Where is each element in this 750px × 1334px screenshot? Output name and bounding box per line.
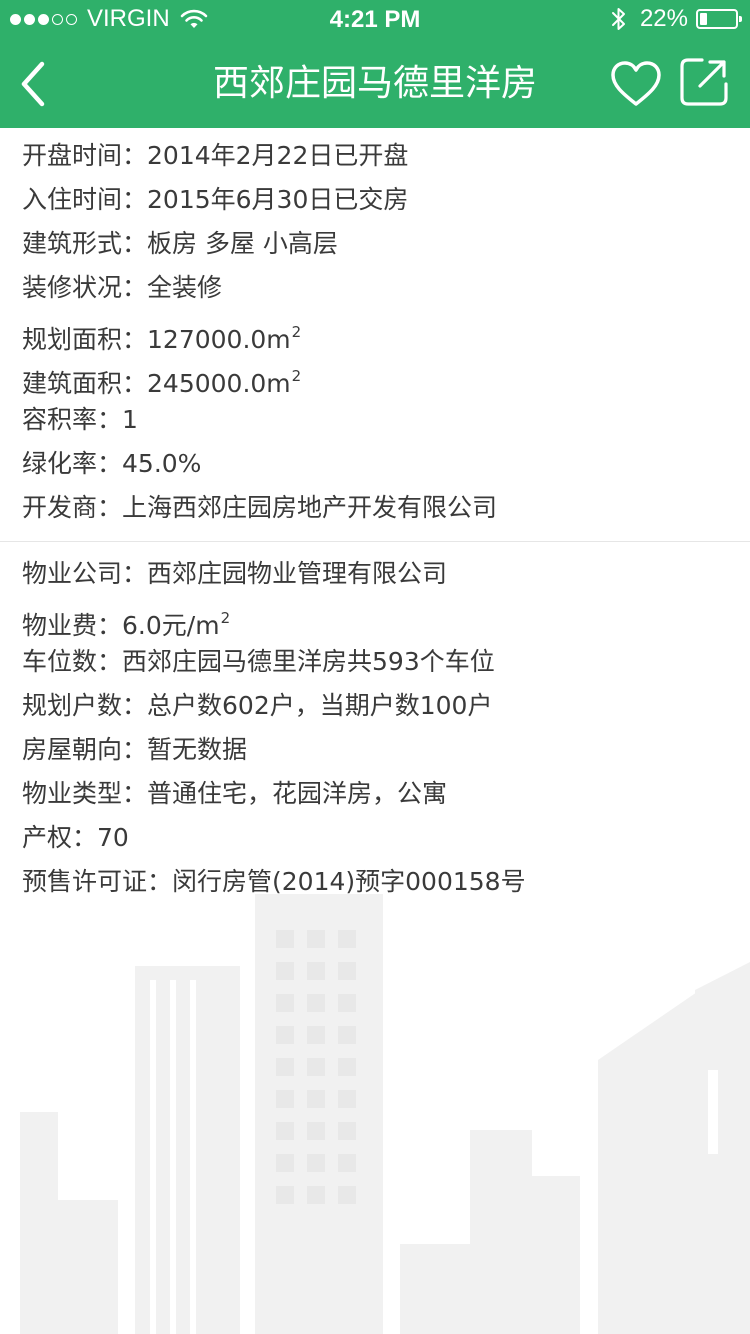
info-row: 装修状况：全装修	[0, 266, 750, 310]
info-value: 2014年2月22日已开盘	[147, 141, 409, 170]
status-bar: VIRGIN 4:21 PM 22%	[0, 0, 750, 40]
info-value: 70	[97, 823, 129, 852]
info-label: 容积率：	[22, 405, 123, 434]
battery-icon	[696, 9, 742, 29]
info-label: 房屋朝向：	[22, 735, 148, 764]
page-title: 西郊庄园马德里洋房	[212, 63, 537, 104]
info-label: 开盘时间：	[22, 141, 148, 170]
info-label: 预售许可证：	[22, 867, 173, 896]
info-label: 规划面积：	[22, 325, 148, 354]
info-label: 规划户数：	[22, 691, 148, 720]
status-right: 22%	[610, 5, 742, 32]
info-value: 西郊庄园物业管理有限公司	[147, 559, 448, 588]
unit-superscript: 2	[220, 609, 231, 627]
info-label: 车位数：	[22, 647, 123, 676]
city-skyline-background	[20, 894, 750, 1334]
info-value: 上海西郊庄园房地产开发有限公司	[122, 493, 498, 522]
info-value: 245000.0m	[147, 369, 291, 398]
info-label: 绿化率：	[22, 449, 123, 478]
battery-percent: 22%	[639, 5, 688, 32]
info-value: 127000.0m	[147, 325, 291, 354]
unit-superscript: 2	[291, 323, 302, 341]
nav-bar: 西郊庄园马德里洋房	[0, 40, 750, 128]
info-label: 物业类型：	[22, 779, 148, 808]
section-divider	[0, 541, 750, 542]
info-value: 2015年6月30日已交房	[147, 185, 409, 214]
info-row: 开盘时间：2014年2月22日已开盘	[0, 134, 750, 178]
info-row: 产权：70	[0, 816, 750, 860]
info-row: 规划面积：127000.0m2	[0, 310, 750, 354]
info-row: 物业公司：西郊庄园物业管理有限公司	[0, 552, 750, 596]
battery-fill	[700, 13, 708, 25]
info-row: 容积率：1	[0, 398, 750, 442]
info-row: 建筑面积：245000.0m2	[0, 354, 750, 398]
info-value: 西郊庄园马德里洋房共593个车位	[122, 647, 495, 676]
share-button[interactable]	[678, 56, 730, 108]
info-value: 板房 多屋 小高层	[147, 229, 338, 258]
favorite-button[interactable]	[608, 58, 664, 110]
info-row: 车位数：西郊庄园马德里洋房共593个车位	[0, 640, 750, 684]
info-value: 普通住宅，花园洋房，公寓	[147, 779, 448, 808]
info-label: 建筑面积：	[22, 369, 148, 398]
info-row: 入住时间：2015年6月30日已交房	[0, 178, 750, 222]
chevron-left-icon	[21, 61, 45, 107]
project-info-section: 开盘时间：2014年2月22日已开盘 入住时间：2015年6月30日已交房 建筑形式…	[0, 134, 750, 530]
info-row: 物业类型：普通住宅，花园洋房，公寓	[0, 772, 750, 816]
info-row: 预售许可证：闵行房管(2014)预字000158号	[0, 860, 750, 904]
info-label: 产权：	[22, 823, 98, 852]
info-row: 物业费：6.0元/m2	[0, 596, 750, 640]
share-icon	[680, 58, 728, 106]
back-button[interactable]	[12, 56, 60, 112]
info-value: 闵行房管(2014)预字000158号	[172, 867, 526, 896]
info-label: 入住时间：	[22, 185, 148, 214]
bluetooth-icon	[611, 8, 625, 30]
info-value: 1	[122, 405, 138, 434]
heart-icon	[611, 61, 661, 106]
info-row: 绿化率：45.0%	[0, 442, 750, 486]
info-label: 建筑形式：	[22, 229, 148, 258]
info-label: 开发商：	[22, 493, 123, 522]
info-value: 全装修	[147, 273, 223, 302]
info-value: 总户数602户，当期户数100户	[147, 691, 493, 720]
info-value: 暂无数据	[147, 735, 248, 764]
info-value: 45.0%	[122, 449, 202, 478]
info-label: 物业费：	[22, 611, 123, 640]
info-row: 房屋朝向：暂无数据	[0, 728, 750, 772]
info-label: 装修状况：	[22, 273, 148, 302]
info-value: 6.0元/m	[122, 611, 220, 640]
info-row: 规划户数：总户数602户，当期户数100户	[0, 684, 750, 728]
info-row: 开发商：上海西郊庄园房地产开发有限公司	[0, 486, 750, 530]
info-label: 物业公司：	[22, 559, 148, 588]
info-row: 建筑形式：板房 多屋 小高层	[0, 222, 750, 266]
property-info-section: 物业公司：西郊庄园物业管理有限公司 物业费：6.0元/m2 车位数：西郊庄园马德里洋…	[0, 552, 750, 904]
unit-superscript: 2	[291, 367, 302, 385]
